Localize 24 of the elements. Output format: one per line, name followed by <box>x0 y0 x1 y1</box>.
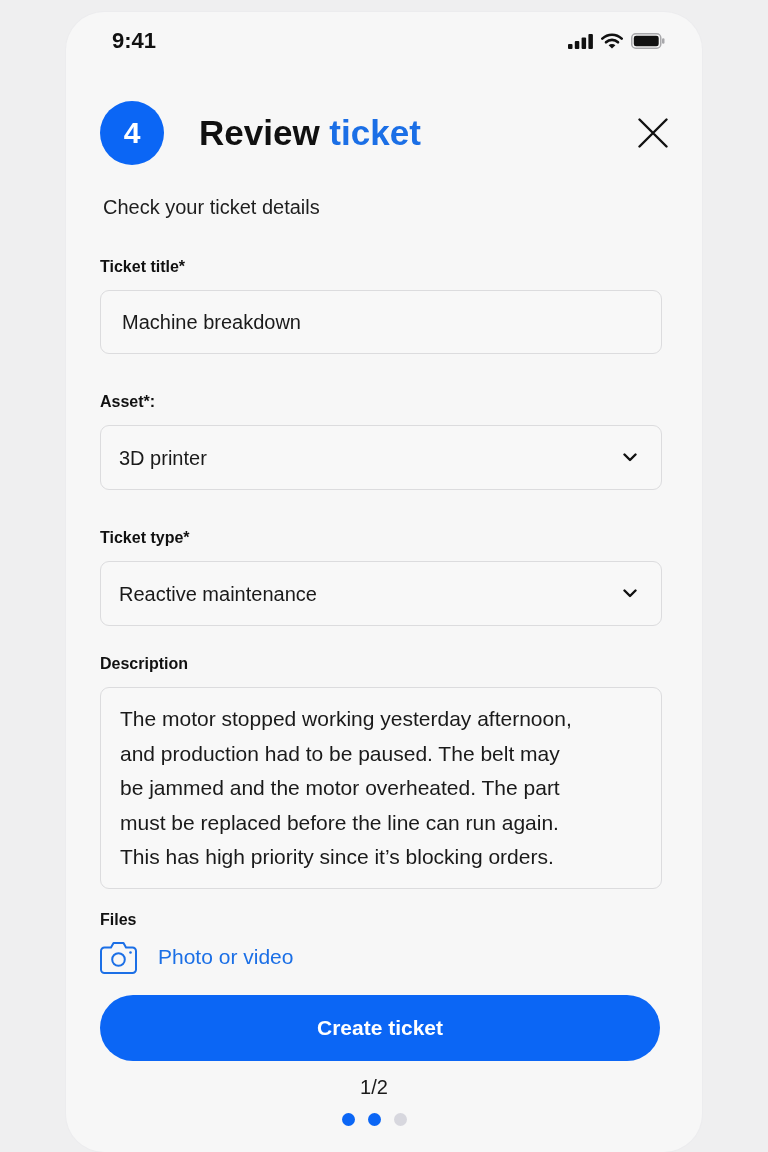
battery-icon <box>631 33 665 49</box>
text-input[interactable]: Machine breakdown <box>100 290 662 354</box>
dropdown-select[interactable]: Reactive maintenance <box>100 561 662 626</box>
wifi-icon <box>601 33 623 49</box>
description-textarea[interactable]: The motor stopped working yesterday afternoon, and production had to be paused. The belt may be jammed and the motor overheated. The part must be replaced before the line can run again. This has high priority since it’s blocking orders. <box>100 687 662 889</box>
camera-icon <box>100 940 137 974</box>
field-label: Description <box>100 654 189 674</box>
page-subtitle: Check your ticket details <box>103 195 321 219</box>
signal-icon <box>568 33 593 49</box>
chevron-down-icon <box>623 453 637 462</box>
step-badge: 4 <box>100 101 164 165</box>
create-ticket-button[interactable]: Create ticket <box>100 994 660 1061</box>
field-label: Asset*: <box>100 392 157 412</box>
chevron-down-icon <box>623 589 637 598</box>
dropdown-select[interactable]: 3D printer <box>100 425 662 490</box>
files-label: Files <box>100 909 138 930</box>
page-title: Review ticket <box>199 113 422 153</box>
close-icon <box>638 118 668 148</box>
status-time: 9:41 <box>112 30 157 52</box>
page-counter: 1/2 <box>360 1074 388 1099</box>
close-button[interactable] <box>636 116 670 150</box>
add-photo-link[interactable]: Photo or video <box>100 940 294 974</box>
field-label: Ticket type* <box>100 528 191 548</box>
field-label: Ticket title* <box>100 257 187 277</box>
